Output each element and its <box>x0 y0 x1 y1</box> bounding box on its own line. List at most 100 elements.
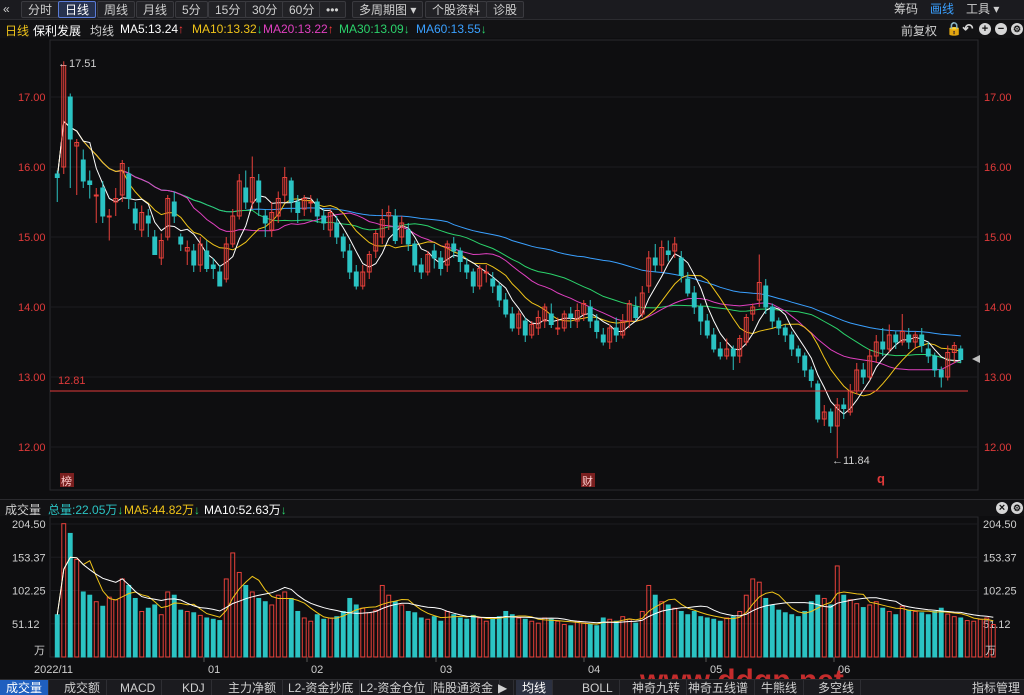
high-annotation: ←17.51 <box>58 58 97 70</box>
candle-body <box>503 299 509 315</box>
overlay-tab-3[interactable]: 神奇五线谱 <box>682 680 756 695</box>
candle-body <box>600 334 606 343</box>
overlay-tab-6[interactable]: 指标管理 <box>966 680 1024 695</box>
candle-body <box>769 306 775 322</box>
volume-bar <box>145 607 151 658</box>
volume-bar <box>678 610 684 658</box>
candle-body <box>522 320 528 336</box>
candle-body <box>210 264 216 269</box>
indicator-tab-7[interactable]: 陆股通资金 <box>427 680 501 695</box>
stock-chart[interactable]: 17.00 17.00 16.00 16.00 15.00 15.00 14.00 14.00… <box>0 38 1024 679</box>
candle-body <box>418 264 424 273</box>
volume-bar <box>600 617 606 658</box>
candle-body <box>171 201 177 217</box>
volume-bar <box>730 616 736 658</box>
volume-bar <box>828 604 834 658</box>
event-marker-cai-label: 财 <box>582 474 593 488</box>
period-label: 日线 <box>5 24 30 38</box>
volume-bar <box>314 614 320 658</box>
indicator-tab-5[interactable]: L2-资金抄底 <box>282 680 361 695</box>
overlay-tab-0[interactable]: 均线 <box>516 680 554 695</box>
close-panel-icon[interactable]: × <box>996 502 1008 514</box>
candle-body <box>483 271 489 274</box>
watermark: www.ddgp.net <box>639 664 844 679</box>
toolbar-right-button-1[interactable]: 画线 <box>930 1 954 18</box>
candle-body <box>919 334 925 346</box>
volume-bar <box>795 616 801 658</box>
toolbar-button-0[interactable]: 分时 <box>21 1 60 18</box>
volume-bar <box>80 591 86 658</box>
price-tick-left: 15.00 <box>18 232 46 244</box>
ma-selector[interactable]: 均线 <box>90 22 114 39</box>
collapse-icon[interactable]: « <box>3 1 10 18</box>
toolbar-button-7[interactable]: 60分 <box>282 1 322 18</box>
toolbar-right-button-2[interactable]: 工具 ▾ <box>966 1 999 18</box>
event-marker-bang-label: 榜 <box>61 474 72 488</box>
volume-bar <box>776 609 782 658</box>
candle-body <box>828 411 834 427</box>
candle-body <box>100 187 106 217</box>
candle-body <box>457 250 463 262</box>
indicator-tab-4[interactable]: 主力净额 <box>222 680 284 695</box>
indicator-tab-6[interactable]: L2-资金仓位 <box>354 680 433 695</box>
price-tick-left: 14.00 <box>18 302 46 314</box>
price-tick-left: 16.00 <box>18 162 46 174</box>
volume-bar <box>613 620 619 658</box>
indicator-tab-0[interactable]: 成交量 <box>0 680 50 695</box>
volume-bar <box>769 604 775 658</box>
event-marker-q[interactable]: q <box>877 471 885 486</box>
candle-body <box>704 320 710 336</box>
candle-body <box>132 208 138 224</box>
overlay-tab-2[interactable]: 神奇九转 <box>626 680 688 695</box>
candle-body <box>717 348 723 357</box>
indicator-tab-2[interactable]: MACD <box>114 680 163 695</box>
volume-tick-right: 153.37 <box>983 552 1017 564</box>
toolbar-button-6[interactable]: 30分 <box>245 1 285 18</box>
volume-bar <box>587 623 593 658</box>
candle-body <box>685 278 691 294</box>
lock-icon[interactable]: 🔒 <box>946 22 962 35</box>
settings-icon[interactable]: ⚙ <box>1011 23 1023 35</box>
volume-bar <box>652 594 658 658</box>
toolbar-button-11[interactable]: 诊股 <box>486 1 525 18</box>
undo-icon[interactable]: ↶ <box>962 22 974 35</box>
toolbar-button-8[interactable]: ••• <box>319 1 346 18</box>
candle-body <box>145 215 151 224</box>
toolbar-button-4[interactable]: 5分 <box>175 1 208 18</box>
candle-body <box>711 334 717 350</box>
overlay-tab-1[interactable]: BOLL <box>576 680 620 695</box>
indicator-tab-3[interactable]: KDJ <box>176 680 212 695</box>
candle-body <box>958 348 964 360</box>
zoom-in-icon[interactable]: + <box>979 23 991 35</box>
candle-body <box>594 320 600 332</box>
candle-body <box>451 243 457 252</box>
toolbar-button-3[interactable]: 月线 <box>136 1 175 18</box>
adjust-selector[interactable]: 前复权 <box>901 22 937 39</box>
overlay-tab-5[interactable]: 多空线 <box>812 680 862 695</box>
indicator-tab-8[interactable]: ▶ <box>492 680 515 695</box>
toolbar-button-5[interactable]: 15分 <box>208 1 248 18</box>
volume-bar <box>438 620 444 658</box>
volume-bar <box>958 617 964 658</box>
toolbar-button-10[interactable]: 个股资料 <box>425 1 488 18</box>
overlay-tab-4[interactable]: 牛熊线 <box>755 680 805 695</box>
zoom-out-icon[interactable]: − <box>995 23 1007 35</box>
price-tick-left: 13.00 <box>18 372 46 384</box>
candle-body <box>295 201 301 213</box>
toolbar-button-1[interactable]: 日线 <box>58 1 97 18</box>
volume-bar <box>152 604 158 658</box>
candle-body <box>490 278 496 287</box>
candle-body <box>314 201 320 217</box>
toolbar-button-2[interactable]: 周线 <box>97 1 136 18</box>
low-annotation: ←11.84 <box>832 455 870 467</box>
indicator-tab-1[interactable]: 成交额 <box>58 680 108 695</box>
toolbar-button-9[interactable]: 多周期图 ▾ <box>352 1 424 18</box>
candle-body <box>243 187 249 203</box>
volume-info-bar: 成交量 总量:22.05万↓ MA5:44.82万↓ MA10:52.63万↓ … <box>0 499 1024 517</box>
toolbar-right-button-0[interactable]: 筹码 <box>894 1 918 18</box>
panel-settings-icon[interactable]: ⚙ <box>1011 502 1023 514</box>
volume-bar <box>178 609 184 658</box>
candle-body <box>776 320 782 329</box>
candle-body <box>613 327 619 336</box>
candle-body <box>880 341 886 350</box>
